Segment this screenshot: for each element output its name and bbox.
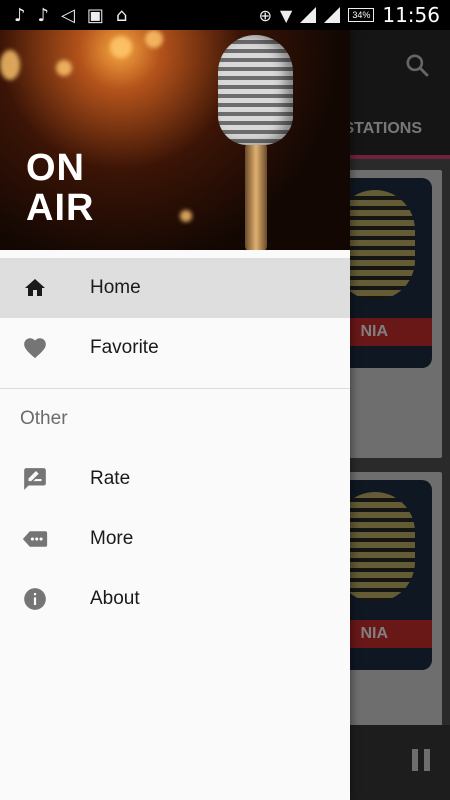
music-note-icon: ♪ [14, 4, 26, 26]
cleaner-icon: ⌂ [115, 4, 128, 26]
image-icon: ▣ [86, 4, 104, 26]
light-bokeh [56, 60, 72, 76]
menu-item-label: Favorite [90, 337, 159, 358]
menu-item-favorite[interactable]: Favorite [0, 318, 350, 378]
music-note-icon: ♪ [37, 4, 50, 26]
drawer-header-image: ON AIR [0, 30, 350, 250]
section-header-other: Other [20, 408, 68, 429]
home-icon [22, 275, 48, 301]
signal-icon [324, 7, 341, 23]
more-icon [22, 526, 48, 552]
light-bokeh [180, 210, 192, 222]
rate-icon [22, 466, 48, 492]
notification-icons: ♪ ♪ ◁ ▣ ⌂ [0, 5, 127, 26]
data-saver-icon: ⊕ [258, 5, 273, 25]
menu-item-label: Home [90, 277, 141, 298]
system-icons: ⊕ ▼ 34% 11:56 [259, 3, 450, 27]
send-icon: ◁ [61, 4, 75, 26]
on-air-line: AIR [26, 187, 95, 229]
clock: 11:56 [382, 3, 440, 27]
wifi-icon: ▼ [280, 5, 293, 25]
menu-item-label: Rate [90, 468, 131, 489]
navigation-drawer: ON AIR Home Favorite Other Rate More Abo [0, 30, 350, 800]
light-bokeh [110, 36, 132, 58]
on-air-logo: ON AIR [26, 148, 94, 228]
light-bokeh [145, 30, 163, 48]
menu-item-home[interactable]: Home [0, 258, 350, 318]
microphone-icon [218, 35, 293, 145]
menu-item-rate[interactable]: Rate [0, 449, 350, 509]
menu-item-label: About [90, 588, 140, 609]
microphone-stand [245, 142, 267, 250]
heart-icon [22, 335, 48, 361]
on-air-line: ON [26, 147, 85, 189]
battery-icon: 34% [348, 8, 375, 22]
light-bokeh [0, 50, 20, 80]
menu-item-about[interactable]: About [0, 569, 350, 629]
menu-item-more[interactable]: More [0, 509, 350, 569]
status-bar: ♪ ♪ ◁ ▣ ⌂ ⊕ ▼ 34% 11:56 [0, 0, 450, 30]
info-icon [22, 586, 48, 612]
menu-item-label: More [90, 528, 134, 549]
signal-icon [300, 7, 317, 23]
